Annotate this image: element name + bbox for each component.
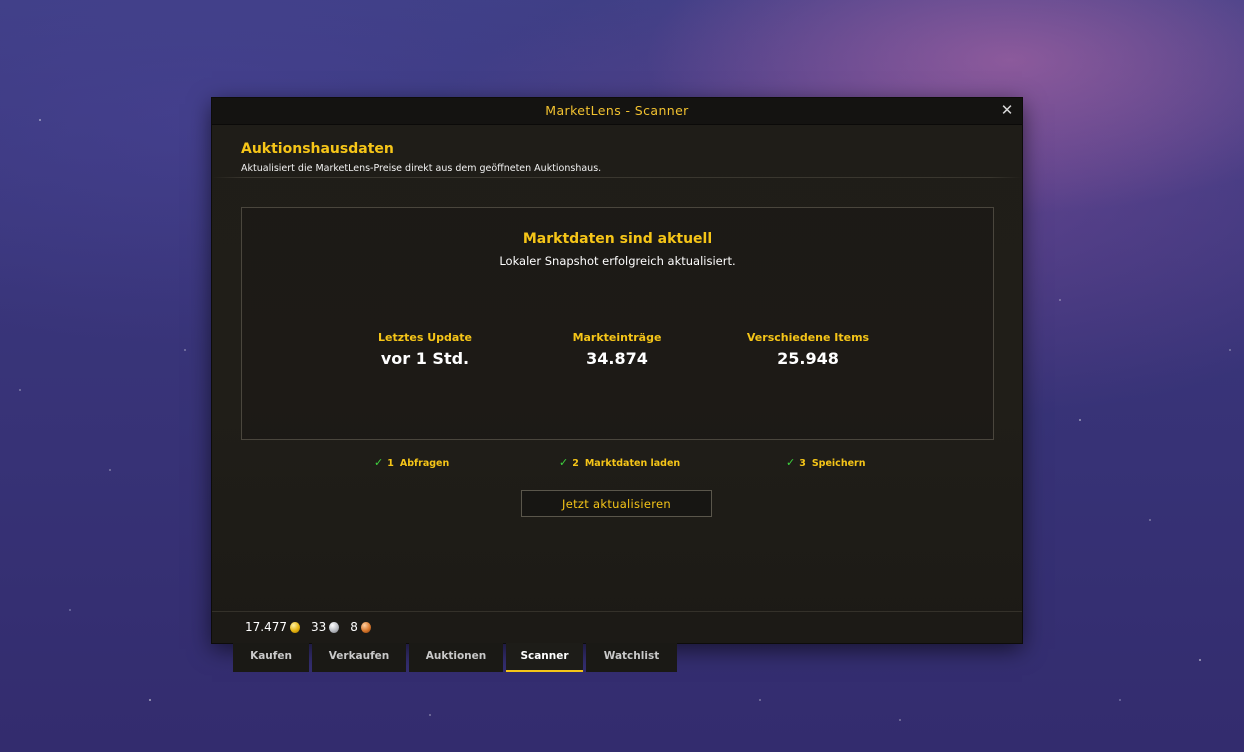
copper-coin-icon [360, 621, 371, 633]
gold-coin-icon [290, 621, 300, 633]
step-number: 1 [387, 458, 394, 469]
silver-amount: 33 [311, 620, 327, 634]
tab-watchlist[interactable]: Watchlist [586, 643, 677, 672]
section-subtitle: Aktualisiert die MarketLens-Preise direk… [241, 163, 602, 174]
step-load-market-data: ✓ 2 Marktdaten laden [559, 456, 680, 469]
step-label: Marktdaten laden [584, 458, 681, 469]
status-subtitle: Lokaler Snapshot erfolgreich aktualisier… [499, 254, 736, 268]
footer-divider [212, 611, 1022, 612]
tab-verkaufen[interactable]: Verkaufen [312, 643, 406, 672]
currency-display: 17.477 33 8 [245, 620, 382, 634]
window-title: MarketLens - Scanner [545, 103, 689, 118]
close-icon[interactable]: ✕ [998, 101, 1016, 119]
step-number: 3 [799, 458, 806, 469]
stat-label: Verschiedene Items [746, 331, 870, 344]
status-panel: Marktdaten sind aktuell Lokaler Snapshot… [241, 207, 994, 440]
step-query: ✓ 1 Abfragen [374, 456, 449, 469]
tab-bar: Kaufen Verkaufen Auktionen Scanner Watch… [233, 643, 677, 672]
checkmark-icon: ✓ [374, 456, 384, 469]
window-titlebar[interactable]: MarketLens - Scanner ✕ [212, 98, 1022, 125]
step-save: ✓ 3 Speichern [786, 456, 865, 469]
stat-label: Markteinträge [572, 331, 662, 344]
refresh-now-button[interactable]: Jetzt aktualisieren [521, 490, 712, 517]
tab-auktionen[interactable]: Auktionen [409, 643, 503, 672]
scanner-window: MarketLens - Scanner ✕ Auktionshausdaten… [212, 98, 1022, 643]
stat-value: 34.874 [586, 349, 648, 368]
copper-amount: 8 [350, 620, 358, 634]
stat-label: Letztes Update [377, 331, 473, 344]
stat-distinct-items: Verschiedene Items 25.948 [708, 331, 908, 368]
silver-coin-icon [329, 621, 340, 633]
step-label: Speichern [811, 458, 866, 469]
checkmark-icon: ✓ [786, 456, 796, 469]
stat-market-entries: Markteinträge 34.874 [517, 331, 717, 368]
section-title: Auktionshausdaten [241, 141, 394, 157]
tab-scanner[interactable]: Scanner [506, 643, 583, 672]
stat-value: 25.948 [777, 349, 839, 368]
gold-amount: 17.477 [245, 620, 287, 634]
header-divider [212, 177, 1022, 178]
tab-kaufen[interactable]: Kaufen [233, 643, 309, 672]
stat-last-update: Letztes Update vor 1 Std. [325, 331, 525, 368]
checkmark-icon: ✓ [559, 456, 569, 469]
status-title: Marktdaten sind aktuell [522, 231, 713, 247]
stat-value: vor 1 Std. [380, 349, 470, 368]
step-label: Abfragen [399, 458, 450, 469]
step-number: 2 [572, 458, 579, 469]
